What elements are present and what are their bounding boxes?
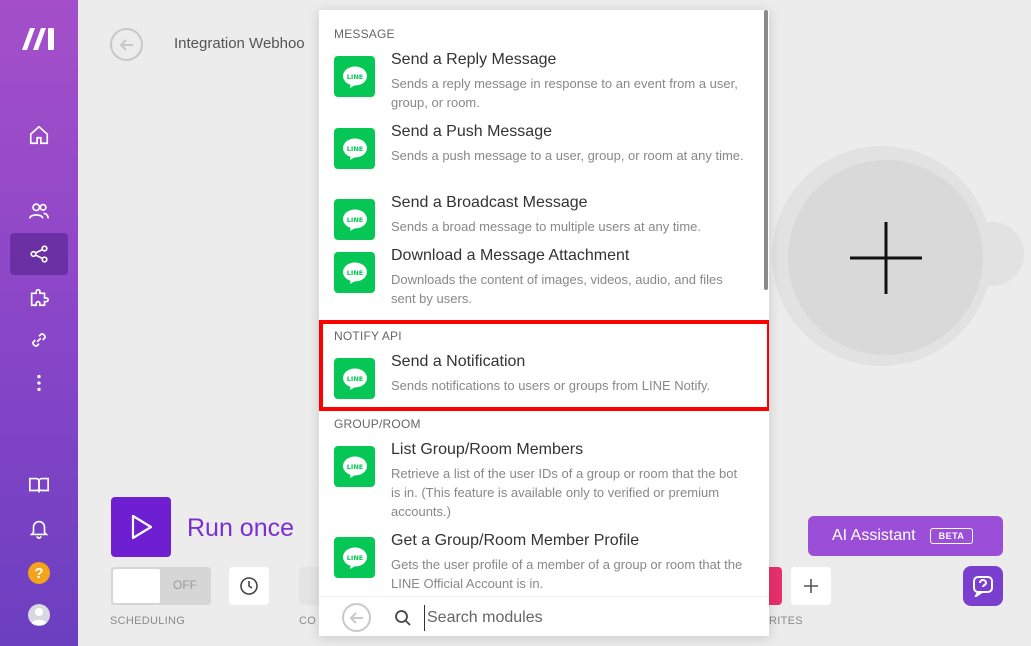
back-button[interactable] (110, 28, 143, 61)
svg-text:LINE: LINE (346, 216, 362, 224)
beta-badge: BETA (929, 528, 974, 544)
module-description: Retrieve a list of the user IDs of a gro… (391, 466, 738, 519)
bell-icon (29, 520, 49, 539)
controls-button[interactable] (299, 567, 321, 605)
sidebar-item-scenarios[interactable] (10, 233, 68, 275)
run-once-label[interactable]: Run once (187, 514, 294, 543)
play-icon (131, 514, 153, 540)
sidebar: ? (0, 0, 78, 646)
module-description: Sends notifications to users or groups f… (391, 378, 711, 393)
plus-small-icon (804, 579, 818, 593)
module-description: Sends a broad message to multiple users … (391, 219, 701, 234)
module-description: Sends a reply message in response to an … (391, 76, 738, 110)
scrollbar[interactable] (764, 10, 768, 290)
schedule-settings-button[interactable] (229, 567, 269, 605)
home-icon (29, 125, 49, 145)
sidebar-item-home[interactable] (10, 114, 68, 156)
arrow-left-icon (349, 611, 363, 624)
avatar[interactable] (28, 604, 50, 626)
svg-text:LINE: LINE (346, 375, 362, 383)
more-icon (37, 374, 41, 392)
sidebar-item-apps[interactable] (10, 276, 68, 318)
scheduling-label: SCHEDULING (110, 615, 186, 627)
sidebar-item-team[interactable] (10, 190, 68, 232)
arrow-left-icon (119, 38, 133, 51)
section-heading-notify-api: NOTIFY API (334, 329, 402, 343)
module-title: Send a Push Message (391, 123, 552, 140)
toggle-state: OFF (173, 578, 197, 592)
ai-assistant-button[interactable]: AI Assistant BETA (808, 516, 1003, 556)
module-title: Send a Broadcast Message (391, 194, 588, 211)
module-description: Downloads the content of images, videos,… (391, 272, 723, 306)
line-app-icon: LINE (334, 56, 375, 97)
module-title: Send a Notification (391, 353, 526, 370)
chat-icon (973, 576, 993, 597)
scheduling-toggle[interactable]: OFF (111, 567, 211, 605)
search-modules-input[interactable] (424, 605, 744, 631)
make-logo-icon[interactable] (20, 26, 58, 52)
module-description: Gets the user profile of a member of a g… (391, 557, 743, 591)
module-description: Sends a push message to a user, group, o… (391, 148, 744, 163)
ai-assistant-label: AI Assistant (832, 527, 916, 544)
svg-text:LINE: LINE (346, 73, 362, 81)
module-picker-panel: MESSAGE LINE Send a Reply Message Sends … (319, 10, 769, 636)
sidebar-item-notifications[interactable] (10, 507, 68, 549)
line-app-icon: LINE (334, 128, 375, 169)
section-heading-group-room: GROUP/ROOM (334, 417, 421, 431)
clock-icon (240, 577, 258, 595)
add-favorite-button[interactable] (791, 567, 831, 605)
favorite-module[interactable] (768, 567, 782, 605)
scenario-title[interactable]: Integration Webhoo (174, 35, 305, 52)
module-title: Download a Message Attachment (391, 247, 630, 264)
svg-text:LINE: LINE (346, 269, 362, 277)
svg-text:LINE: LINE (346, 145, 362, 153)
run-once-button[interactable] (111, 497, 171, 557)
favorites-label: RITES (769, 615, 803, 627)
line-app-icon: LINE (334, 199, 375, 240)
search-back-button[interactable] (342, 603, 371, 632)
help-icon[interactable]: ? (28, 562, 50, 584)
module-title: Get a Group/Room Member Profile (391, 532, 640, 549)
add-module-button[interactable] (788, 160, 983, 355)
line-app-icon: LINE (334, 446, 375, 487)
toggle-knob (113, 569, 160, 603)
svg-text:LINE: LINE (346, 463, 362, 471)
search-icon (394, 609, 412, 632)
line-app-icon: LINE (334, 358, 375, 399)
svg-text:LINE: LINE (346, 554, 362, 562)
line-app-icon: LINE (334, 537, 375, 578)
module-title: Send a Reply Message (391, 51, 557, 68)
link-icon (32, 333, 46, 347)
chat-support-button[interactable] (963, 566, 1003, 606)
puzzle-icon (30, 288, 49, 307)
team-icon (29, 203, 49, 219)
controls-label: CO (299, 615, 317, 627)
module-search-bar (319, 596, 769, 636)
plus-icon (849, 221, 922, 294)
book-icon (29, 477, 49, 493)
sidebar-item-connections[interactable] (10, 319, 68, 361)
section-heading-message: MESSAGE (334, 27, 395, 41)
sidebar-item-more[interactable] (10, 362, 68, 404)
user-avatar-icon (31, 608, 47, 625)
share-icon (30, 245, 48, 263)
module-title: List Group/Room Members (391, 441, 584, 458)
line-app-icon: LINE (334, 252, 375, 293)
sidebar-item-docs[interactable] (10, 464, 68, 506)
